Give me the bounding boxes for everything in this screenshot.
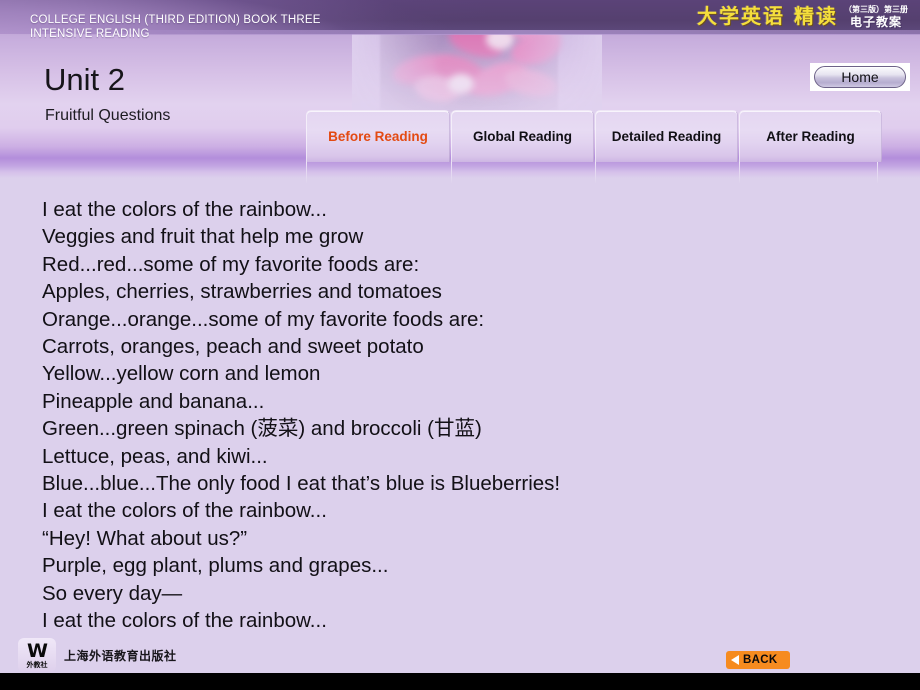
tab-after-reading-label: After Reading (766, 129, 855, 144)
publisher-mark-icon: W 外教社 (18, 638, 56, 672)
tab-divider (877, 162, 878, 184)
publisher-name-label: 上海外语教育出版社 (64, 648, 177, 663)
tab-before-reading-label: Before Reading (328, 129, 428, 144)
tab-divider (595, 162, 596, 184)
home-button[interactable]: Home (814, 66, 906, 88)
brand-title-main: 大学英语 精读 (697, 4, 838, 28)
presentation-slide: 大学英语 精读 （第三版）第三册 电子教案 COLLEGE ENGLISH (T… (0, 0, 920, 690)
poem-line: Pineapple and banana... (42, 389, 265, 413)
poem-line: Veggies and fruit that help me grow (42, 225, 364, 249)
home-button-label: Home (841, 69, 879, 85)
poem-line: Apples, cherries, strawberries and tomat… (42, 280, 442, 304)
tab-divider (739, 162, 740, 184)
home-button-frame: Home (810, 63, 910, 91)
footer-strip (0, 673, 920, 690)
triangle-left-icon (731, 655, 739, 665)
tab-divider (306, 162, 307, 184)
publisher-mark-letter: W (27, 639, 48, 662)
poem-line: Lettuce, peas, and kiwi... (42, 444, 268, 468)
back-button-label: BACK (743, 654, 778, 666)
section-tabs: Before Reading Global Reading Detailed R… (306, 110, 882, 162)
poem-line: Red...red...some of my favorite foods ar… (42, 252, 420, 276)
poem-line: Yellow...yellow corn and lemon (42, 362, 321, 386)
poem-line: “Hey! What about us?” (42, 526, 248, 550)
tab-before-reading[interactable]: Before Reading (306, 110, 450, 162)
brand-ebook-label: 电子教案 (849, 15, 902, 29)
poem-line: I eat the colors of the rainbow... (42, 609, 327, 633)
tab-after-reading[interactable]: After Reading (739, 110, 882, 162)
tab-detailed-reading[interactable]: Detailed Reading (595, 110, 738, 162)
brand-edition-label: （第三版）第三册 (844, 5, 908, 14)
brand-title-sub: （第三版）第三册 电子教案 (844, 2, 908, 29)
poem-line: Green...green spinach (菠菜) and broccoli … (42, 417, 482, 441)
tab-global-reading-label: Global Reading (472, 129, 572, 144)
page-title: Unit 2 (44, 62, 125, 97)
poem-line: So every day— (42, 581, 183, 605)
back-button[interactable]: BACK (726, 651, 790, 669)
publisher-mark-cn-label: 外教社 (26, 660, 48, 669)
poem-line: Carrots, oranges, peach and sweet potato (42, 335, 424, 359)
poem-line: I eat the colors of the rainbow... (42, 198, 327, 221)
poem-line: I eat the colors of the rainbow... (42, 499, 327, 523)
course-title-line-1: COLLEGE ENGLISH (THIRD EDITION) BOOK THR… (30, 14, 321, 26)
tab-global-reading[interactable]: Global Reading (451, 110, 594, 162)
tab-detailed-reading-label: Detailed Reading (611, 129, 722, 144)
poem-line: Orange...orange...some of my favorite fo… (42, 307, 485, 331)
poem-line: Blue...blue...The only food I eat that’s… (42, 472, 561, 496)
page-subtitle: Fruitful Questions (45, 107, 171, 124)
tab-divider (451, 162, 452, 184)
poem-line: Purple, egg plant, plums and grapes... (42, 554, 389, 578)
brand-title: 大学英语 精读 （第三版）第三册 电子教案 (697, 2, 908, 29)
course-title-line-2: INTENSIVE READING (30, 28, 150, 40)
publisher-logo: W 外教社 上海外语教育出版社 (18, 638, 177, 672)
slide-body-text: I eat the colors of the rainbow... Veggi… (42, 196, 882, 635)
